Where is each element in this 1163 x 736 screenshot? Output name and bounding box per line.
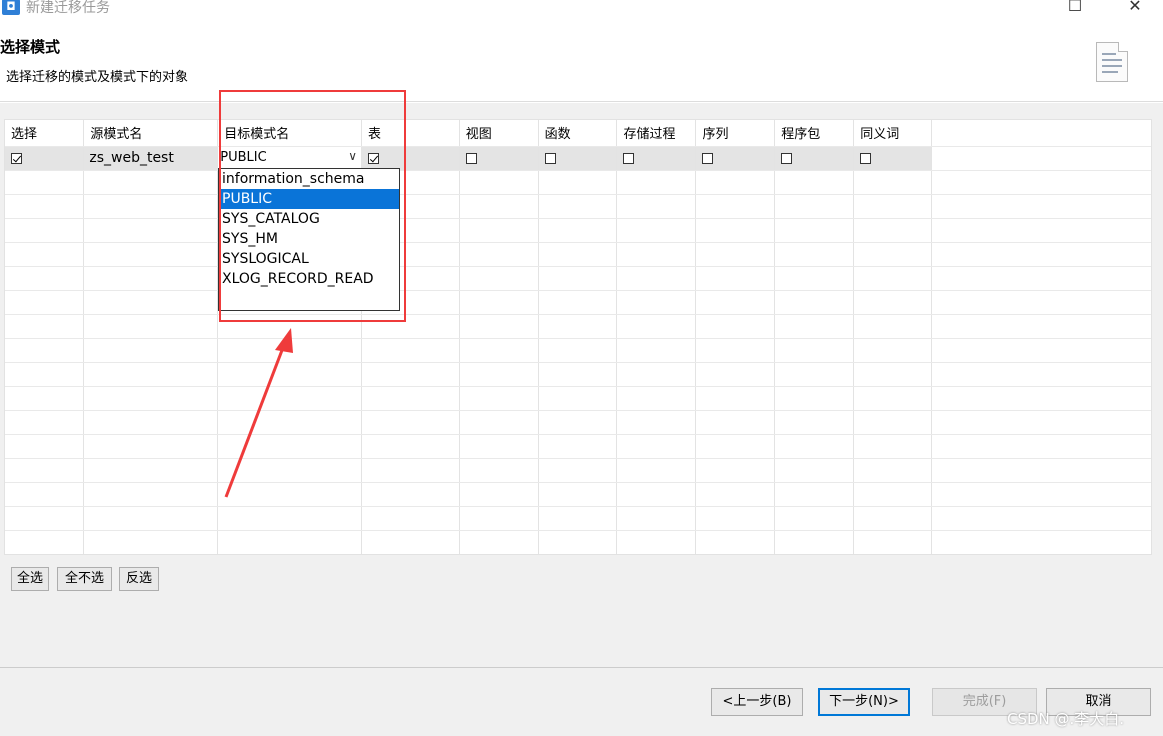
back-button[interactable]: <上一步(B) bbox=[711, 688, 803, 716]
wizard-footer: <上一步(B) 下一步(N)> 完成(F) 取消 bbox=[0, 667, 1163, 736]
watermark: CSDN @.李大白. bbox=[1007, 710, 1125, 728]
next-button[interactable]: 下一步(N)> bbox=[818, 688, 910, 716]
annotation-arrow-icon bbox=[224, 328, 293, 498]
